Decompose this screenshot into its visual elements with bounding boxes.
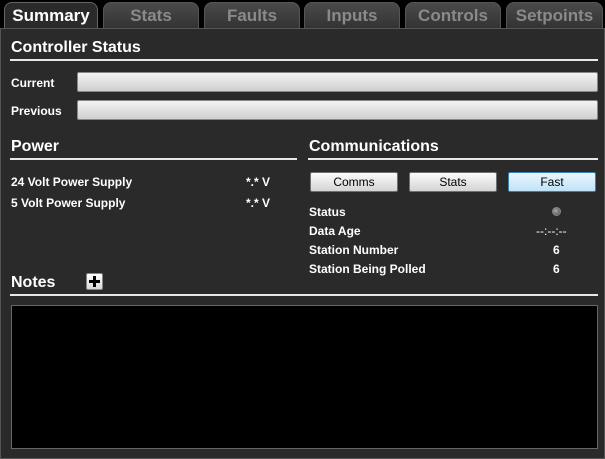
comm-status-label: Status (309, 205, 346, 219)
tab-summary[interactable]: Summary (4, 2, 98, 29)
power-5v-value: *.* V (246, 196, 271, 210)
current-status-field (77, 72, 598, 92)
communications-divider (308, 158, 598, 160)
tab-faults[interactable]: Faults (204, 2, 300, 28)
previous-status-field (77, 100, 598, 120)
power-5v-label: 5 Volt Power Supply (11, 196, 126, 210)
comms-button[interactable]: Comms (310, 172, 398, 192)
communications-title: Communications (309, 138, 439, 155)
previous-label: Previous (11, 104, 62, 118)
notes-divider (10, 294, 598, 296)
station-polled-value: 6 (553, 262, 560, 276)
add-note-button[interactable] (86, 273, 103, 290)
data-age-value: --:--:-- (536, 224, 567, 238)
data-age-label: Data Age (309, 224, 361, 238)
power-title: Power (11, 138, 60, 155)
tab-setpoints[interactable]: Setpoints (506, 2, 603, 28)
station-polled-label: Station Being Polled (309, 262, 426, 276)
notes-textarea[interactable] (11, 305, 598, 449)
tab-inputs[interactable]: Inputs (304, 2, 400, 28)
tab-controls[interactable]: Controls (405, 2, 501, 28)
power-24v-value: *.* V (246, 175, 271, 189)
tab-stats[interactable]: Stats (103, 2, 199, 28)
current-label: Current (11, 76, 55, 90)
station-number-label: Station Number (309, 243, 399, 257)
stats-button[interactable]: Stats (409, 172, 497, 192)
summary-panel: Controller Status Current Previous Power… (0, 28, 605, 459)
plus-icon (89, 276, 100, 287)
notes-title: Notes (11, 274, 56, 291)
station-number-value: 6 (553, 243, 560, 257)
controller-status-title: Controller Status (11, 39, 141, 56)
fast-button[interactable]: Fast (508, 172, 596, 192)
status-led-icon (552, 207, 561, 216)
power-divider (10, 158, 297, 160)
power-24v-label: 24 Volt Power Supply (11, 175, 133, 189)
controller-status-divider (10, 59, 598, 61)
tab-bar: Summary Stats Faults Inputs Controls Set… (0, 0, 605, 29)
